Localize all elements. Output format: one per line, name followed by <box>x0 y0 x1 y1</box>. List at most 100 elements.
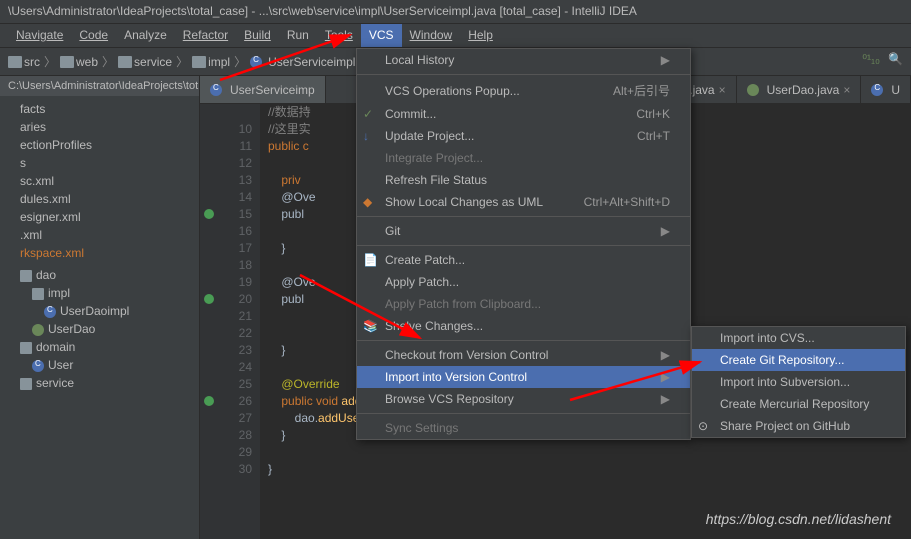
menu-import-cvs[interactable]: Import into CVS... <box>692 327 905 349</box>
tree-item[interactable]: service <box>4 374 195 392</box>
menu-local-history[interactable]: Local History▶ <box>357 49 690 71</box>
bc-file[interactable]: UserServiceimpl <box>250 55 355 69</box>
tree-item[interactable]: domain <box>4 338 195 356</box>
folder-icon <box>20 270 32 282</box>
menu-run[interactable]: Run <box>279 24 317 47</box>
close-icon[interactable]: × <box>719 83 726 97</box>
chevron-right-icon: 〉 <box>44 53 56 70</box>
tree-item[interactable]: dules.xml <box>4 190 195 208</box>
vcs-dropdown: Local History▶ VCS Operations Popup...Al… <box>356 48 691 440</box>
class-icon <box>250 56 262 68</box>
menu-checkout-vc[interactable]: Checkout from Version Control▶ <box>357 344 690 366</box>
menu-code[interactable]: Code <box>71 24 116 47</box>
menu-window[interactable]: Window <box>402 24 461 47</box>
menu-create-patch[interactable]: 📄Create Patch... <box>357 249 690 271</box>
folder-icon <box>118 56 132 68</box>
update-icon: ↓ <box>363 129 377 143</box>
menu-create-git[interactable]: Create Git Repository... <box>692 349 905 371</box>
menu-apply-clipboard: Apply Patch from Clipboard... <box>357 293 690 315</box>
separator <box>357 74 690 75</box>
tree-item[interactable]: aries <box>4 118 195 136</box>
class-icon <box>44 306 56 318</box>
tree-item[interactable]: UserDaoimpl <box>4 302 195 320</box>
chevron-right-icon: 〉 <box>176 53 188 70</box>
folder-icon <box>32 288 44 300</box>
submenu-arrow-icon: ▶ <box>661 348 670 362</box>
menu-apply-patch[interactable]: Apply Patch... <box>357 271 690 293</box>
menu-tools[interactable]: Tools <box>317 24 361 47</box>
tree-item[interactable]: rkspace.xml <box>4 244 195 262</box>
menu-integrate: Integrate Project... <box>357 147 690 169</box>
menu-analyze[interactable]: Analyze <box>116 24 175 47</box>
folder-icon <box>192 56 206 68</box>
menu-refactor[interactable]: Refactor <box>175 24 236 47</box>
bc-impl[interactable]: impl <box>192 55 230 69</box>
tab[interactable]: U <box>861 76 911 103</box>
title-bar: \Users\Administrator\IdeaProjects\total_… <box>0 0 911 24</box>
class-icon <box>871 84 883 96</box>
interface-icon <box>747 84 759 96</box>
menu-browse-repo[interactable]: Browse VCS Repository▶ <box>357 388 690 410</box>
menu-help[interactable]: Help <box>460 24 501 47</box>
menu-vcs[interactable]: VCS <box>361 24 402 47</box>
tree-item[interactable]: facts <box>4 100 195 118</box>
menu-update-project[interactable]: ↓Update Project...Ctrl+T <box>357 125 690 147</box>
submenu-arrow-icon: ▶ <box>661 370 670 384</box>
tree-item[interactable]: s <box>4 154 195 172</box>
folder-icon <box>60 56 74 68</box>
import-vc-submenu: Import into CVS... Create Git Repository… <box>691 326 906 438</box>
menu-refresh-status[interactable]: Refresh File Status <box>357 169 690 191</box>
bc-web[interactable]: web <box>60 55 98 69</box>
patch-icon: 📄 <box>363 253 377 267</box>
menu-commit[interactable]: ✓Commit...Ctrl+K <box>357 103 690 125</box>
bc-service[interactable]: service <box>118 55 172 69</box>
bc-src[interactable]: src <box>8 55 40 69</box>
menu-git[interactable]: Git▶ <box>357 220 690 242</box>
tab-active[interactable]: UserServiceimp <box>200 76 326 103</box>
watermark: https://blog.csdn.net/lidashent <box>706 511 891 527</box>
submenu-arrow-icon: ▶ <box>661 392 670 406</box>
tree-item[interactable]: ectionProfiles <box>4 136 195 154</box>
search-icon[interactable]: 🔍 <box>888 52 903 66</box>
tree-item[interactable]: impl <box>4 284 195 302</box>
menu-navigate[interactable]: Navigate <box>8 24 71 47</box>
menu-show-uml[interactable]: ◆Show Local Changes as UMLCtrl+Alt+Shift… <box>357 191 690 213</box>
interface-icon <box>32 324 44 336</box>
menu-import-svn[interactable]: Import into Subversion... <box>692 371 905 393</box>
menu-bar: Navigate Code Analyze Refactor Build Run… <box>0 24 911 48</box>
project-sidebar: C:\Users\Administrator\IdeaProjects\tot … <box>0 76 200 539</box>
submenu-arrow-icon: ▶ <box>661 53 670 67</box>
menu-sync-settings: Sync Settings <box>357 417 690 439</box>
class-icon <box>210 84 222 96</box>
tree-item[interactable]: User <box>4 356 195 374</box>
tree-item[interactable]: .xml <box>4 226 195 244</box>
github-icon: ⊙ <box>698 419 712 433</box>
tree-item[interactable]: UserDao <box>4 320 195 338</box>
tree-item[interactable]: dao <box>4 266 195 284</box>
tree-item[interactable]: sc.xml <box>4 172 195 190</box>
tab[interactable]: UserDao.java× <box>737 76 862 103</box>
menu-share-github[interactable]: ⊙Share Project on GitHub <box>692 415 905 437</box>
folder-icon <box>20 342 32 354</box>
gutter: 1011121314151617181920212223242526272829… <box>200 104 260 539</box>
project-tree[interactable]: facts aries ectionProfiles s sc.xml dule… <box>0 96 199 396</box>
shelve-icon: 📚 <box>363 319 377 333</box>
uml-icon: ◆ <box>363 195 377 209</box>
class-icon <box>32 360 44 372</box>
menu-shelve[interactable]: 📚Shelve Changes... <box>357 315 690 337</box>
ant-icon[interactable]: ⁰¹₁₀ <box>862 52 880 66</box>
menu-build[interactable]: Build <box>236 24 279 47</box>
folder-icon <box>20 378 32 390</box>
close-icon[interactable]: × <box>843 83 850 97</box>
menu-vcs-popup[interactable]: VCS Operations Popup...Alt+后引号 <box>357 78 690 103</box>
menu-import-vc[interactable]: Import into Version Control▶ <box>357 366 690 388</box>
chevron-right-icon: 〉 <box>102 53 114 70</box>
separator <box>357 245 690 246</box>
menu-create-hg[interactable]: Create Mercurial Repository <box>692 393 905 415</box>
tree-item[interactable]: esigner.xml <box>4 208 195 226</box>
commit-icon: ✓ <box>363 107 377 121</box>
separator <box>357 340 690 341</box>
separator <box>357 216 690 217</box>
sidebar-path: C:\Users\Administrator\IdeaProjects\tot <box>0 76 199 96</box>
chevron-right-icon: 〉 <box>234 53 246 70</box>
